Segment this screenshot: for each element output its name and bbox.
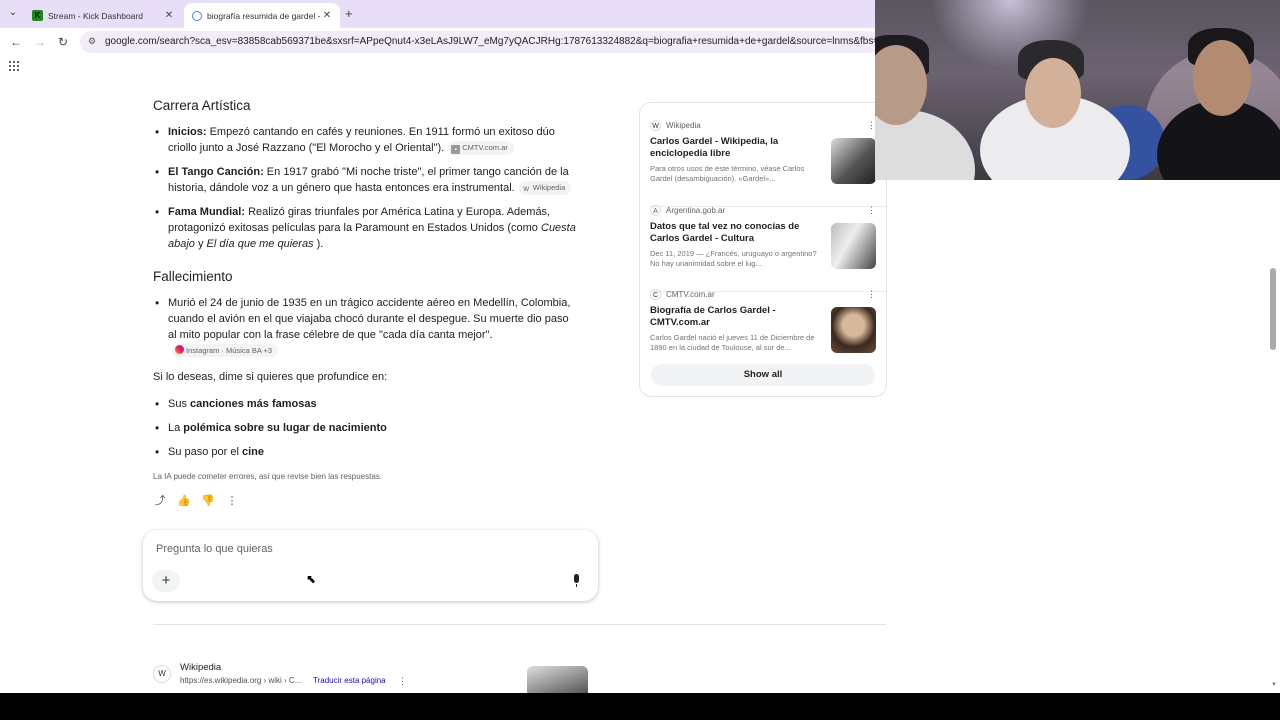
more-options-icon[interactable]: ⋮ <box>398 676 407 687</box>
source-chip[interactable]: Instagram · Música BA +3 <box>172 344 279 357</box>
fallecimiento-list: Murió el 24 de junio de 1935 en un trági… <box>153 295 578 367</box>
tab-title: Stream - Kick Dashboard <box>48 10 143 21</box>
microphone-icon[interactable] <box>572 574 581 588</box>
forward-arrow-icon[interactable]: → <box>34 35 46 49</box>
source-chip[interactable]: ▪ CMTV.com.ar <box>448 141 514 155</box>
tab-google-search[interactable]: biografía resumida de gardel - ✕ <box>184 3 340 28</box>
sources-panel: W Wikipedia ⋮ Carlos Gardel - Wikipedia,… <box>639 102 887 397</box>
kick-favicon-icon: K <box>32 10 43 21</box>
webcam-overlay <box>875 0 1280 180</box>
source-snippet: Para otros usos de este término, véase C… <box>650 164 805 183</box>
back-arrow-icon[interactable]: ← <box>10 35 22 49</box>
site-info-icon[interactable]: ⚙ <box>88 36 96 47</box>
share-icon[interactable]: ⤴ <box>153 494 167 508</box>
result-url: https://es.wikipedia.org › wiki › C... <box>180 676 302 685</box>
source-thumbnail <box>831 307 876 353</box>
source-site: Wikipedia <box>666 121 701 130</box>
wikipedia-icon: W <box>153 665 171 683</box>
source-title[interactable]: Biografía de Carlos Gardel - CMTV.com.ar <box>650 305 822 329</box>
show-all-button[interactable]: Show all <box>651 364 875 386</box>
list-item: Su paso por el cine <box>153 444 578 460</box>
source-thumbnail <box>831 138 876 184</box>
list-item: Murió el 24 de junio de 1935 en un trági… <box>153 295 578 359</box>
url-text: google.com/search?sca_esv=83858cab569371… <box>105 36 875 47</box>
argentina-gob-icon: A <box>650 205 661 216</box>
source-card[interactable]: W Wikipedia ⋮ Carlos Gardel - Wikipedia,… <box>650 120 886 209</box>
list-item: El Tango Canción: En 1917 grabó "Mi noch… <box>153 164 578 196</box>
result-thumbnail <box>527 666 588 693</box>
carrera-list: Inicios: Empezó cantando en cafés y reun… <box>153 124 578 260</box>
cmtv-icon: C <box>650 289 661 300</box>
source-title[interactable]: Datos que tal vez no conocías de Carlos … <box>650 221 822 245</box>
tab-title: biografía resumida de gardel - <box>207 10 320 21</box>
source-snippet: Dec 11, 2019 — ¿Francés, uruguayo o arge… <box>650 249 817 268</box>
list-item: Fama Mundial: Realizó giras triunfales p… <box>153 204 578 252</box>
bookmarks-bar <box>0 56 875 78</box>
address-bar-row: ← → ↻ ⚙ google.com/search?sca_esv=83858c… <box>0 28 880 56</box>
scroll-down-arrow-icon[interactable]: ▼ <box>1271 682 1277 688</box>
wikipedia-icon: W <box>523 187 530 193</box>
source-thumbnail <box>831 223 876 269</box>
source-card[interactable]: A Argentina.gob.ar ⋮ Datos que tal vez n… <box>650 205 886 294</box>
more-options-icon[interactable]: ⋮ <box>867 205 876 216</box>
close-tab-icon[interactable]: ✕ <box>320 10 334 21</box>
ask-input[interactable]: Pregunta lo que quieras <box>156 543 273 555</box>
apps-grid-icon[interactable] <box>8 60 19 71</box>
thumbs-down-icon[interactable]: 👎 <box>201 494 215 508</box>
url-field[interactable]: ⚙ google.com/search?sca_esv=83858cab5693… <box>80 31 880 53</box>
section-heading-fallecimiento: Fallecimiento <box>153 269 233 284</box>
add-attachment-button[interactable]: + <box>152 570 180 592</box>
new-tab-icon[interactable]: + <box>345 6 353 21</box>
tab-kick-dashboard[interactable]: K Stream - Kick Dashboard ✕ <box>26 3 182 28</box>
scrollbar-thumb[interactable] <box>1270 268 1276 350</box>
close-tab-icon[interactable]: ✕ <box>162 10 176 21</box>
thumbs-up-icon[interactable]: 👍 <box>177 494 191 508</box>
divider <box>153 624 886 625</box>
list-item: Sus canciones más famosas <box>153 396 578 412</box>
source-site: Argentina.gob.ar <box>666 206 726 215</box>
more-options-icon[interactable]: ⋮ <box>225 494 239 508</box>
wikipedia-icon: W <box>650 120 661 131</box>
translate-link[interactable]: Traducir esta página <box>313 676 386 685</box>
source-chip[interactable]: W Wikipedia <box>518 181 572 195</box>
source-snippet: Carlos Gardel nació el jueves 11 de Dici… <box>650 333 815 352</box>
search-result-wikipedia[interactable]: W Wikipedia https://es.wikipedia.org › w… <box>153 660 593 693</box>
ai-disclaimer: La IA puede cometer errores, así que rev… <box>153 472 383 481</box>
followup-list: Sus canciones más famosas La polémica so… <box>153 396 578 468</box>
section-heading-carrera: Carrera Artística <box>153 98 251 113</box>
list-item: Inicios: Empezó cantando en cafés y reun… <box>153 124 578 156</box>
more-options-icon[interactable]: ⋮ <box>867 289 876 300</box>
reload-icon[interactable]: ↻ <box>58 35 68 49</box>
followup-intro: Si lo deseas, dime si quieres que profun… <box>153 371 388 383</box>
source-title[interactable]: Carlos Gardel - Wikipedia, la encicloped… <box>650 136 822 160</box>
feedback-actions: ⤴ 👍 👎 ⋮ <box>153 494 239 508</box>
cmtv-icon: ▪ <box>451 145 461 154</box>
google-favicon-icon <box>192 10 202 21</box>
tab-bar: ⌄ K Stream - Kick Dashboard ✕ biografía … <box>0 0 875 28</box>
list-item: La polémica sobre su lugar de nacimiento <box>153 420 578 436</box>
instagram-icon <box>175 345 184 354</box>
mouse-cursor-icon: ⬉ <box>306 572 317 586</box>
tab-search-chevron-icon[interactable]: ⌄ <box>6 6 20 20</box>
source-site: CMTV.com.ar <box>666 290 715 299</box>
ask-box[interactable]: Pregunta lo que quieras + <box>143 530 598 601</box>
result-site-name: Wikipedia <box>180 662 222 673</box>
